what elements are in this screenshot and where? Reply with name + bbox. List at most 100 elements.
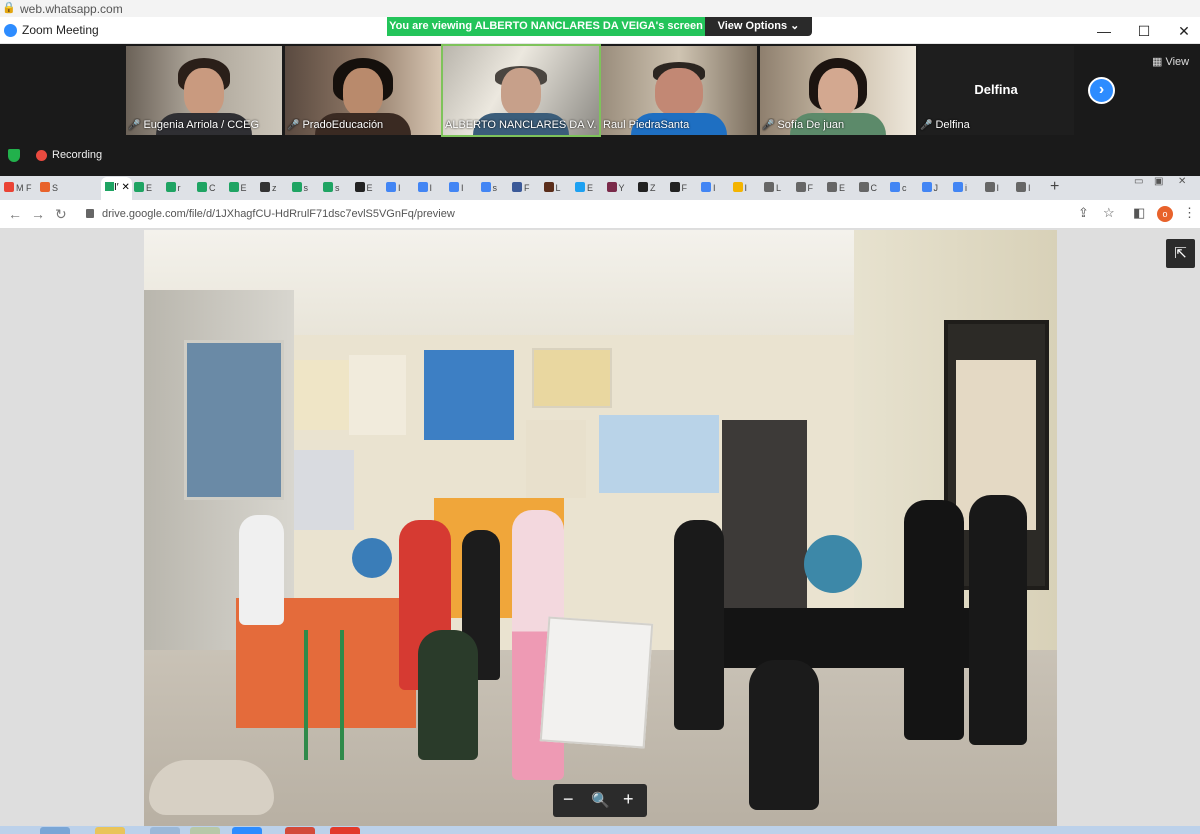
window-restore-button[interactable]: ▣ [1154,176,1163,187]
browser-tab[interactable]: I [386,180,416,196]
tab-label: i [965,183,967,193]
tab-favicon-icon [764,182,774,192]
browser-tab[interactable]: s [480,180,511,196]
browser-tab[interactable]: z [260,180,290,196]
browser-tab[interactable]: s [291,180,322,196]
tab-label: s [492,183,498,193]
browser-tab[interactable]: M F [4,180,34,196]
tab-label: C [870,183,878,193]
tab-label: F [524,183,530,193]
tab-favicon-icon [134,182,144,192]
view-options-button[interactable]: View Options ⌄ [705,17,812,36]
zoom-in-button[interactable]: + [623,789,634,810]
profile-avatar[interactable]: o [1157,206,1173,222]
new-tab-button[interactable]: + [1050,178,1059,196]
tab-label: I [398,183,401,193]
browser-tab[interactable]: E [354,180,385,196]
participant-tile[interactable]: 🎤 PradoEducación [285,46,441,135]
close-tab-icon[interactable]: ✕ [121,182,129,193]
menu-dots-icon[interactable]: ⋮ [1183,205,1196,221]
tab-label: I [461,183,464,193]
animal-poster [526,420,586,498]
browser-tab[interactable]: C [197,180,227,196]
magnifier-icon[interactable]: 🔍 [591,791,610,809]
browser-tab[interactable]: I [417,180,448,196]
taskbar-app-icon[interactable] [95,827,125,834]
close-button[interactable]: ✕ [1164,21,1200,41]
taskbar-app-icon[interactable] [232,827,262,834]
browser-tab[interactable]: Y [606,180,637,196]
child [969,495,1027,745]
browser-tab[interactable]: E [827,180,857,196]
bookmark-star-icon[interactable]: ☆ [1103,205,1115,221]
shield-icon[interactable] [8,149,20,162]
browser-tab[interactable]: E [134,180,164,196]
tab-favicon-icon [197,182,207,192]
open-new-window-icon[interactable]: ⇱ [1166,239,1195,268]
tab-active[interactable]: I′ ✕ [101,177,132,200]
taskbar-app-icon[interactable] [40,827,70,834]
participant-tile[interactable]: Raul PiedraSanta [601,46,757,135]
tab-label: F [807,183,814,193]
participant-tile-no-video[interactable]: Delfina 🎤 Delfina [918,46,1074,135]
share-icon[interactable]: ⇪ [1078,205,1089,221]
browser-tab[interactable]: r [165,180,196,196]
gallery-view-button[interactable]: ▦ View [1152,55,1189,68]
taskbar-app-icon[interactable] [150,827,180,834]
browser-tab[interactable]: I [449,180,479,196]
tab-label: E [146,183,153,193]
browser-tab[interactable]: L [543,180,574,196]
browser-tab[interactable]: L [764,180,794,196]
browser-tab[interactable]: s [323,180,353,196]
back-arrow-icon[interactable]: ← [8,206,22,222]
window-minimize-button[interactable]: ▭ [1134,176,1143,187]
participant-tile[interactable]: 🎤 Eugenia Arriola / CCEG [126,46,282,135]
side-panel-icon[interactable]: ◧ [1133,205,1145,221]
participant-tile-active-speaker[interactable]: ALBERTO NANCLARES DA V... [441,44,601,137]
tab-label: I [713,183,716,193]
browser-tab[interactable]: c [890,180,920,196]
forward-arrow-icon[interactable]: → [31,206,45,222]
tab-favicon-icon [543,182,554,192]
grid-icon: ▦ [1152,56,1163,68]
lock-icon[interactable] [86,209,94,218]
participant-tile[interactable]: 🎤 Sofía De juan [760,46,916,135]
browser-tab[interactable]: C [858,180,889,196]
taskbar-app-icon[interactable] [330,827,360,834]
window-close-button[interactable]: ✕ [1178,176,1186,187]
reload-icon[interactable]: ↻ [55,206,67,223]
tab-favicon-icon [354,182,365,192]
tab-label: I [1028,183,1031,193]
browser-tab[interactable]: E [575,180,605,196]
browser-tab[interactable]: Z [638,180,668,196]
browser-tab[interactable]: J [921,180,952,196]
browser-tab[interactable]: F [669,180,700,196]
next-page-button[interactable]: › [1088,77,1115,104]
address-bar[interactable]: drive.google.com/file/d/1JXhagfCU-HdRrul… [102,208,455,220]
browser-tab[interactable]: I [1016,180,1046,196]
tab-label: c [902,183,907,193]
classroom-photo[interactable] [144,230,1057,827]
browser-tab[interactable]: i [953,180,983,196]
browser-tab[interactable]: I [984,180,1015,196]
tab-favicon-icon [669,182,680,192]
browser-tab[interactable]: F [795,180,826,196]
browser-tab[interactable]: F [512,180,542,196]
browser-tab[interactable]: I [732,180,763,196]
background-url: web.whatsapp.com [20,2,123,16]
zoom-out-button[interactable]: − [563,789,574,810]
face [655,68,703,116]
browser-tab[interactable]: I [701,180,731,196]
tab-favicon-icon [1016,182,1026,192]
child-crouching [749,660,819,810]
tab-label: E [839,183,846,193]
taskbar-app-icon[interactable] [190,827,220,834]
tab-favicon-icon [4,182,14,192]
taskbar-app-icon[interactable] [285,827,315,834]
browser-tab[interactable]: S [40,180,70,196]
tab-favicon-icon [512,182,522,192]
maximize-button[interactable]: ☐ [1124,21,1164,41]
minimize-button[interactable]: — [1084,21,1124,41]
browser-tab[interactable]: E [228,180,259,196]
zoom-logo-icon [4,24,17,37]
